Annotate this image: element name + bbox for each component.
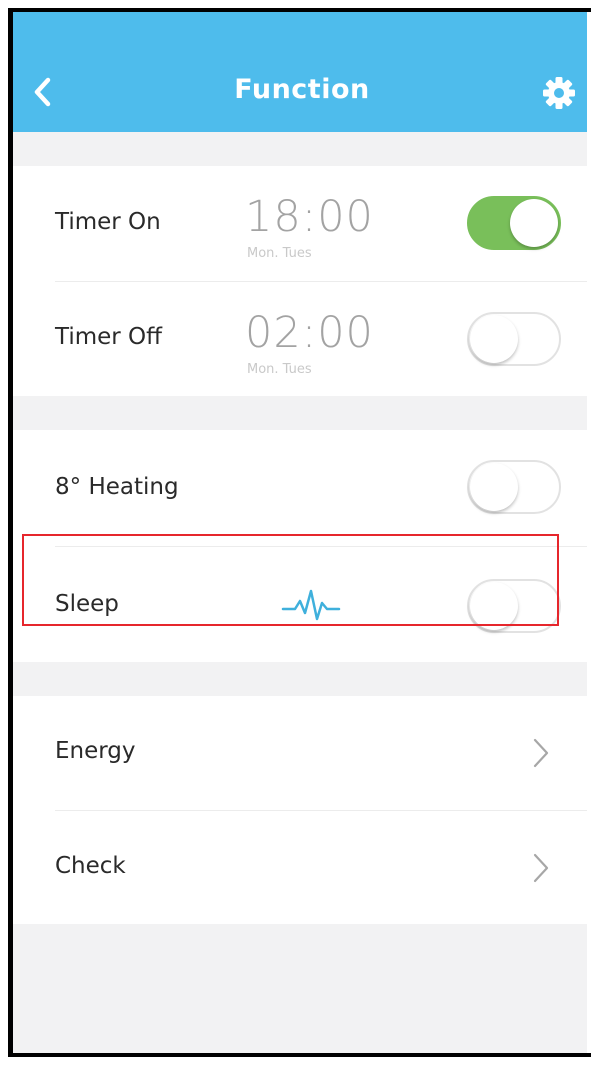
timer-on-row[interactable]: Timer On 18:00 Mon. Tues bbox=[13, 166, 591, 281]
heating-toggle[interactable] bbox=[467, 460, 561, 514]
timer-group: Timer On 18:00 Mon. Tues Timer Off 02:00… bbox=[13, 166, 591, 396]
app-header: Function bbox=[13, 12, 591, 132]
gear-icon[interactable] bbox=[541, 75, 577, 111]
page-title: Function bbox=[234, 74, 370, 105]
heating-row[interactable]: 8° Heating bbox=[13, 430, 591, 546]
timer-off-toggle[interactable] bbox=[467, 312, 561, 366]
timer-on-toggle[interactable] bbox=[467, 196, 561, 250]
timer-on-days: Mon. Tues bbox=[247, 246, 312, 261]
chevron-right-icon[interactable] bbox=[533, 738, 549, 768]
timer-off-row[interactable]: Timer Off 02:00 Mon. Tues bbox=[13, 282, 591, 396]
chevron-right-icon[interactable] bbox=[533, 853, 549, 883]
timer-off-days: Mon. Tues bbox=[247, 362, 312, 377]
toggle-knob bbox=[470, 463, 518, 511]
toggle-knob bbox=[510, 199, 558, 247]
right-edge bbox=[587, 12, 591, 1053]
energy-label: Energy bbox=[55, 738, 136, 764]
sleep-highlight-box bbox=[22, 534, 559, 626]
timer-off-time[interactable]: 02:00 bbox=[245, 308, 374, 358]
timer-off-label: Timer Off bbox=[55, 324, 163, 350]
energy-row[interactable]: Energy bbox=[13, 696, 591, 810]
check-row[interactable]: Check bbox=[13, 811, 591, 924]
heating-label: 8° Heating bbox=[55, 474, 179, 500]
toggle-knob bbox=[470, 315, 518, 363]
timer-on-time[interactable]: 18:00 bbox=[245, 192, 374, 242]
phone-screen: Function Timer On 18:00 Mon. Tues Timer … bbox=[8, 8, 591, 1057]
check-label: Check bbox=[55, 853, 126, 879]
timer-on-label: Timer On bbox=[55, 209, 161, 235]
link-group: Energy Check bbox=[13, 696, 591, 924]
